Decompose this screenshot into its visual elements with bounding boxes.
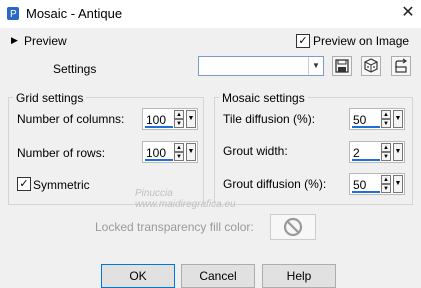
cancel-button[interactable]: Cancel <box>181 264 255 288</box>
grout-diffusion-spinbox[interactable]: 50 ▲ ▼ ▼ <box>349 173 405 195</box>
preview-on-image-checkbox[interactable]: ✓ <box>296 34 310 48</box>
grout-diffusion-value: 50 <box>353 178 367 192</box>
save-icon <box>335 59 349 73</box>
grout-width-label: Grout width: <box>223 144 288 158</box>
close-icon[interactable]: ✕ <box>398 3 418 23</box>
settings-combobox[interactable]: ▼ <box>198 56 324 76</box>
decrement-icon[interactable]: ▼ <box>381 152 391 161</box>
window-title: Mosaic - Antique <box>26 6 123 21</box>
increment-icon[interactable]: ▲ <box>174 110 184 119</box>
app-icon: P <box>7 7 19 20</box>
decrement-icon[interactable]: ▼ <box>381 184 391 193</box>
rows-slider[interactable] <box>145 159 173 161</box>
decrement-icon[interactable]: ▼ <box>381 119 391 128</box>
symmetric-checkbox[interactable]: ✓ <box>17 177 31 191</box>
rows-value: 100 <box>146 146 167 160</box>
rows-label: Number of rows: <box>17 146 106 160</box>
grout-diffusion-slider[interactable] <box>352 191 380 193</box>
slider-popup-icon[interactable]: ▼ <box>186 143 196 161</box>
preview-on-image-label: Preview on Image <box>313 34 410 48</box>
grout-width-value: 2 <box>353 146 360 160</box>
reset-button[interactable] <box>391 56 411 76</box>
disabled-icon <box>283 217 303 237</box>
dice-icon <box>364 58 378 73</box>
slider-popup-icon[interactable]: ▼ <box>393 110 403 128</box>
grid-settings-title: Grid settings <box>13 91 87 105</box>
columns-label: Number of columns: <box>17 112 125 126</box>
grout-diffusion-label: Grout diffusion (%): <box>223 177 327 191</box>
grout-width-spinbox[interactable]: 2 ▲ ▼ ▼ <box>349 141 405 163</box>
save-preset-button[interactable] <box>332 56 352 76</box>
grout-width-slider[interactable] <box>352 159 380 161</box>
decrement-icon[interactable]: ▼ <box>174 119 184 128</box>
symmetric-label: Symmetric <box>33 178 90 192</box>
tile-diffusion-slider[interactable] <box>352 126 380 128</box>
tile-diffusion-spinbox[interactable]: 50 ▲ ▼ ▼ <box>349 108 405 130</box>
preview-toggle[interactable]: Preview <box>24 34 67 48</box>
settings-label: Settings <box>53 62 97 76</box>
decrement-icon[interactable]: ▼ <box>174 152 184 161</box>
tile-diffusion-value: 50 <box>353 113 367 127</box>
locked-fill-label: Locked transparency fill color: <box>95 220 254 234</box>
columns-value: 100 <box>146 113 167 127</box>
ok-button[interactable]: OK <box>101 264 175 288</box>
svg-text:P: P <box>10 9 17 20</box>
slider-popup-icon[interactable]: ▼ <box>186 110 196 128</box>
rows-spinbox[interactable]: 100 ▲ ▼ ▼ <box>142 141 198 163</box>
reset-icon <box>395 58 408 73</box>
slider-popup-icon[interactable]: ▼ <box>393 175 403 193</box>
help-button[interactable]: Help <box>262 264 336 288</box>
increment-icon[interactable]: ▲ <box>381 110 391 119</box>
randomize-button[interactable] <box>361 56 381 76</box>
mosaic-settings-title: Mosaic settings <box>219 91 308 105</box>
watermark: Pinuccia www.maidiregrafica.eu <box>135 188 236 210</box>
increment-icon[interactable]: ▲ <box>381 143 391 152</box>
expand-arrow-icon[interactable]: ▶ <box>11 35 18 46</box>
locked-fill-color-button[interactable] <box>270 214 316 240</box>
slider-popup-icon[interactable]: ▼ <box>393 143 403 161</box>
chevron-down-icon[interactable]: ▼ <box>308 57 323 75</box>
columns-slider[interactable] <box>145 126 173 128</box>
increment-icon[interactable]: ▲ <box>174 143 184 152</box>
increment-icon[interactable]: ▲ <box>381 175 391 184</box>
columns-spinbox[interactable]: 100 ▲ ▼ ▼ <box>142 108 198 130</box>
tile-diffusion-label: Tile diffusion (%): <box>223 112 316 126</box>
